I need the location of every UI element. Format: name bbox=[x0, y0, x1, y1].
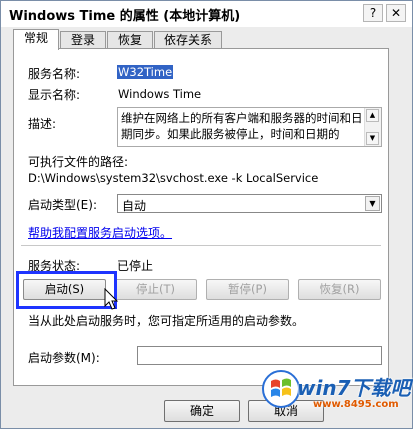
start-params-hint: 当从此处启动服务时，您可指定所适用的启动参数。 bbox=[28, 314, 305, 328]
description-label: 描述: bbox=[28, 117, 57, 131]
stop-button[interactable]: 停止(T) bbox=[114, 279, 197, 300]
service-properties-dialog: Windows Time 的属性 (本地计算机) ? ✕ 常规 登录 恢复 依存… bbox=[0, 0, 413, 429]
cancel-button[interactable]: 取消 bbox=[248, 400, 324, 422]
dropdown-arrow-icon[interactable]: ▼ bbox=[365, 196, 380, 211]
mouse-cursor-icon bbox=[104, 288, 119, 310]
close-icon[interactable]: ✕ bbox=[386, 4, 406, 22]
help-configure-link[interactable]: 帮助我配置服务启动选项。 bbox=[28, 224, 172, 241]
startup-type-select[interactable]: 自动 ▼ bbox=[117, 194, 382, 213]
title-bar: Windows Time 的属性 (本地计算机) ? ✕ bbox=[1, 1, 412, 27]
divider bbox=[21, 245, 381, 247]
resume-button[interactable]: 恢复(R) bbox=[298, 279, 381, 300]
tab-general[interactable]: 常规 bbox=[13, 29, 59, 50]
pause-button[interactable]: 暂停(P) bbox=[206, 279, 289, 300]
description-box[interactable]: 维护在网络上的所有客户端和服务器的时间和日期同步。如果此服务被停止，时间和日期的… bbox=[117, 107, 382, 147]
service-status-value: 已停止 bbox=[117, 259, 154, 273]
display-name-label: 显示名称: bbox=[28, 88, 81, 102]
scroll-up-icon[interactable]: ▲ bbox=[366, 109, 379, 122]
ok-button[interactable]: 确定 bbox=[164, 400, 240, 422]
help-icon[interactable]: ? bbox=[363, 4, 383, 22]
tab-recovery[interactable]: 恢复 bbox=[107, 31, 153, 49]
general-tab-panel: 服务名称: W32Time 显示名称: Windows Time 描述: 维护在… bbox=[13, 48, 389, 386]
service-name-label: 服务名称: bbox=[28, 67, 81, 81]
path-label: 可执行文件的路径: bbox=[28, 155, 129, 169]
display-name-value[interactable]: Windows Time bbox=[118, 87, 201, 101]
watermark-url: www.8495.com bbox=[313, 399, 399, 410]
service-name-value[interactable]: W32Time bbox=[117, 65, 174, 79]
description-scrollbar[interactable]: ▲ ▼ bbox=[364, 108, 381, 146]
highlight-box bbox=[16, 271, 117, 309]
path-value: D:\Windows\system32\svchost.exe -k Local… bbox=[28, 171, 319, 185]
description-text: 维护在网络上的所有客户端和服务器的时间和日期同步。如果此服务被停止，时间和日期的 bbox=[121, 111, 363, 141]
tab-logon[interactable]: 登录 bbox=[60, 31, 106, 49]
startup-type-value: 自动 bbox=[122, 199, 147, 213]
scroll-down-icon[interactable]: ▼ bbox=[366, 132, 379, 145]
tab-dependencies[interactable]: 依存关系 bbox=[154, 31, 222, 49]
start-params-label: 启动参数(M): bbox=[28, 351, 100, 365]
startup-type-label: 启动类型(E): bbox=[28, 198, 97, 212]
start-params-input[interactable] bbox=[137, 346, 382, 365]
window-title: Windows Time 的属性 (本地计算机) bbox=[9, 9, 241, 24]
